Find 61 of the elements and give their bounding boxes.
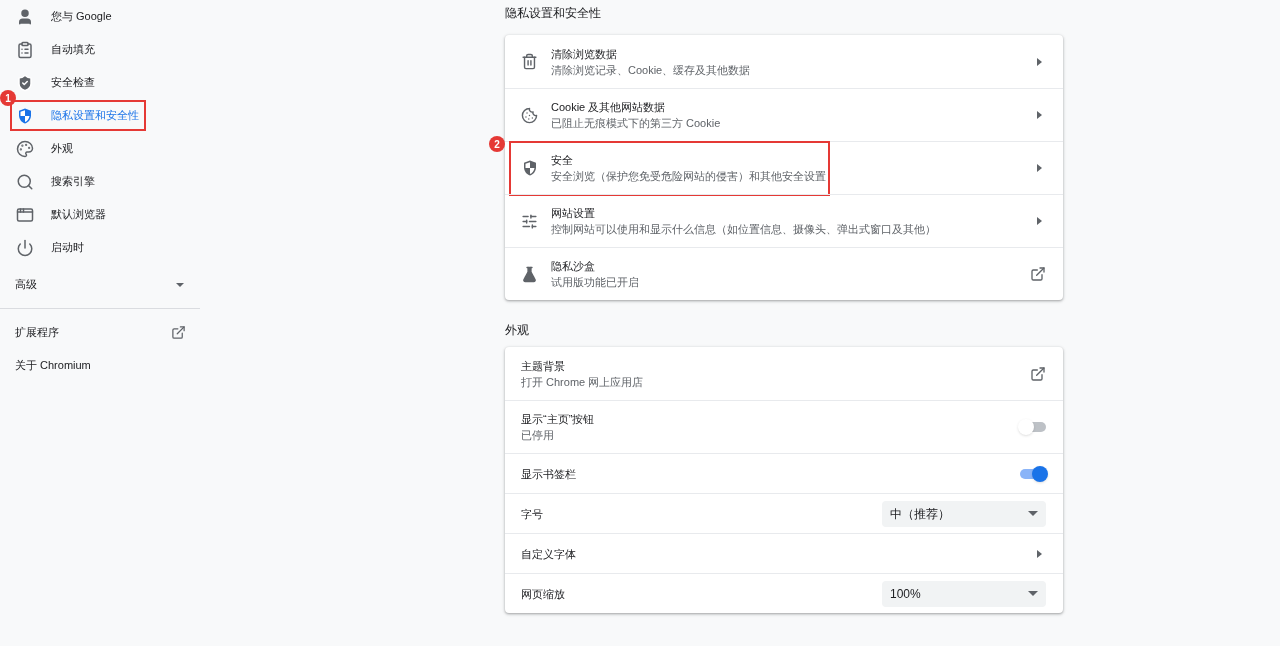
setting-title: 显示“主页”按钮: [521, 412, 596, 427]
setting-title: 自定义字体: [521, 546, 577, 562]
arrow-right-icon: [1037, 57, 1042, 66]
shield-icon: [521, 159, 539, 177]
sidebar-item[interactable]: 安全检查: [16, 66, 200, 99]
number-badge: 2: [489, 136, 505, 152]
setting-description: 已阻止无痕模式下的第三方 Cookie: [551, 116, 722, 131]
section-heading: 隐私设置和安全性: [505, 4, 601, 22]
setting-title: 显示书签栏: [521, 466, 577, 482]
number-badge: 1: [0, 90, 16, 106]
toggle-switch[interactable]: [1020, 422, 1046, 432]
sidebar-item[interactable]: 自动填充: [16, 33, 200, 66]
section-heading: 外观: [505, 321, 529, 339]
setting-title: 网站设置: [551, 206, 596, 221]
caret-down-icon: [176, 282, 184, 287]
sidebar-item[interactable]: 隐私设置和安全性: [16, 99, 200, 132]
advanced-toggle[interactable]: 高级: [0, 268, 200, 301]
setting-description: 已停用: [521, 428, 555, 443]
dropdown-select[interactable]: 中（推荐）: [882, 500, 1046, 527]
external-link-icon: [171, 325, 186, 340]
cookie-icon: [521, 106, 538, 124]
setting-title: 主题背景: [521, 358, 566, 374]
sidebar-item[interactable]: 您与 Google: [16, 0, 200, 33]
setting-title: 网页缩放: [521, 586, 566, 602]
caret-down-icon: [1028, 511, 1038, 516]
setting-title: 隐私沙盒: [551, 259, 596, 274]
trash-icon: [521, 53, 538, 70]
setting-title: Cookie 及其他网站数据: [551, 100, 667, 115]
palette-icon: [16, 139, 34, 158]
setting-description: 安全浏览（保护您免受危险网站的侵害）和其他安全设置: [551, 169, 827, 184]
flask-icon: [521, 265, 538, 283]
external-link-icon[interactable]: [1030, 365, 1046, 382]
arrow-right-icon: [1037, 217, 1042, 225]
clipboard-icon: [16, 40, 34, 59]
browser-window-icon: [16, 205, 34, 224]
arrow-right-icon: [1037, 549, 1042, 558]
search-icon: [16, 172, 34, 191]
arrow-right-icon: [1037, 164, 1042, 172]
setting-description: 控制网站可以使用和显示什么信息（如位置信息、摄像头、弹出式窗口及其他）: [551, 222, 937, 237]
sidebar-item[interactable]: 启动时: [16, 231, 200, 264]
setting-title: 字号: [521, 506, 544, 522]
shield-icon: [16, 106, 34, 125]
shield-check-icon: [16, 73, 34, 92]
person-icon: [16, 7, 34, 26]
setting-description: 试用版功能已开启: [551, 275, 640, 290]
external-link-icon[interactable]: [1030, 266, 1046, 282]
sidebar-item[interactable]: 默认浏览器: [16, 198, 200, 231]
caret-down-icon: [1028, 591, 1038, 596]
setting-description: 打开 Chrome 网上应用店: [521, 374, 645, 390]
sidebar-item[interactable]: 外观: [16, 132, 200, 165]
sliders-icon: [521, 212, 538, 230]
setting-description: 清除浏览记录、Cookie、缓存及其他数据: [551, 62, 752, 78]
setting-title: 安全: [551, 153, 574, 168]
toggle-switch[interactable]: [1020, 468, 1046, 479]
sidebar-link[interactable]: 扩展程序: [0, 316, 200, 349]
arrow-right-icon: [1037, 111, 1042, 119]
setting-title: 清除浏览数据: [551, 46, 618, 62]
dropdown-select[interactable]: 100%: [882, 580, 1046, 607]
power-icon: [16, 238, 34, 257]
sidebar-link[interactable]: 关于 Chromium: [0, 349, 200, 382]
sidebar-item[interactable]: 搜索引擎: [16, 165, 200, 198]
